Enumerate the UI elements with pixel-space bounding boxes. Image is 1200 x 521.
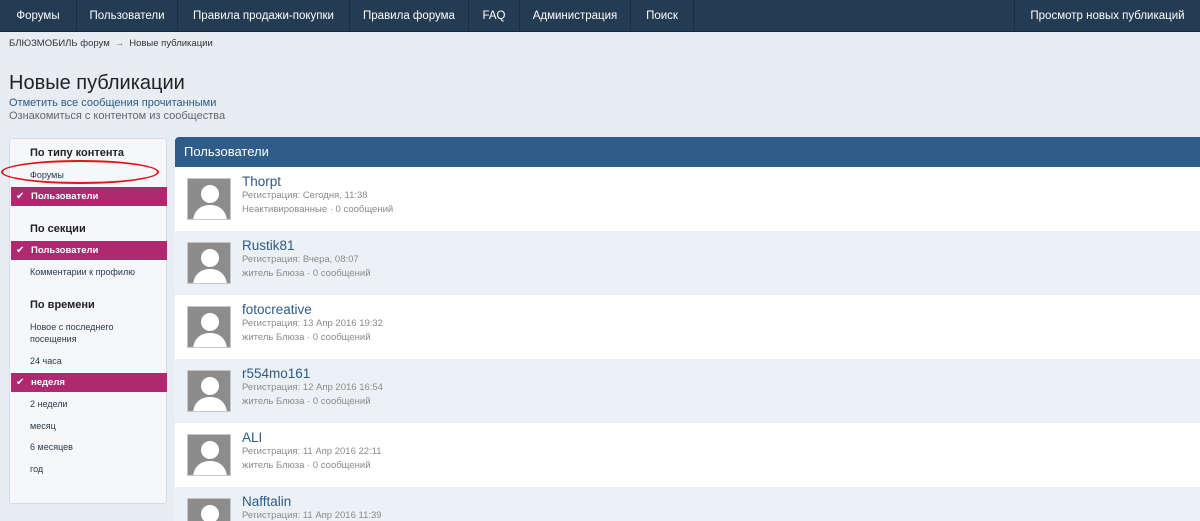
nav-administration[interactable]: Администрация — [520, 0, 631, 32]
checkmark-icon: ✔ — [16, 245, 25, 256]
avatar[interactable] — [187, 370, 231, 412]
member-row: ALI Регистрация: 11 Апр 2016 22:11 жител… — [175, 423, 1200, 487]
member-info: житель Блюза · 0 сообщений — [242, 460, 371, 471]
checkmark-icon: ✔ — [16, 377, 25, 388]
member-info: житель Блюза · 0 сообщений — [242, 396, 371, 407]
breadcrumb: БЛЮЗМОБИЛЬ форум → Новые публикации — [9, 38, 213, 49]
filter-time-month[interactable]: месяц — [30, 420, 140, 432]
filter-time-since-last-visit[interactable]: Новое с последнего посещения — [30, 321, 130, 345]
member-row: Nafftalin Регистрация: 11 Апр 2016 11:39 — [175, 487, 1200, 521]
member-row: Rustik81 Регистрация: Вчера, 08:07 жител… — [175, 231, 1200, 295]
member-name-link[interactable]: ALI — [242, 430, 262, 445]
nav-forum-rules[interactable]: Правила форума — [350, 0, 469, 32]
member-registration: Регистрация: Сегодня, 11:38 — [242, 190, 368, 201]
member-info: Неактивированные · 0 сообщений — [242, 204, 394, 215]
nav-trade-rules[interactable]: Правила продажи-покупки — [178, 0, 350, 32]
filter-type-users-active[interactable]: ✔ Пользователи — [11, 187, 167, 206]
member-name-link[interactable]: Thorpt — [242, 174, 281, 189]
member-row: fotocreative Регистрация: 13 Апр 2016 19… — [175, 295, 1200, 359]
nav-forums[interactable]: Форумы — [0, 0, 77, 32]
filter-time-24h[interactable]: 24 часа — [30, 355, 140, 367]
content-type-heading: По типу контента — [30, 147, 125, 159]
checkmark-icon: ✔ — [16, 191, 25, 202]
avatar[interactable] — [187, 242, 231, 284]
panel-header: Пользователи — [175, 137, 1200, 167]
filter-time-week-label: неделя — [31, 377, 65, 388]
member-registration: Регистрация: 11 Апр 2016 11:39 — [242, 510, 382, 521]
member-info: житель Блюза · 0 сообщений — [242, 268, 371, 279]
filter-section-profile-comments[interactable]: Комментарии к профилю — [30, 266, 160, 278]
member-name-link[interactable]: fotocreative — [242, 302, 312, 317]
member-registration: Регистрация: 13 Апр 2016 19:32 — [242, 318, 383, 329]
member-name-link[interactable]: r554mo161 — [242, 366, 310, 381]
explore-community-text: Ознакомиться с контентом из сообщества — [9, 110, 226, 122]
avatar[interactable] — [187, 434, 231, 476]
mark-all-read-link[interactable]: Отметить все сообщения прочитанными — [9, 97, 216, 109]
filter-time-6months[interactable]: 6 месяцев — [30, 441, 140, 453]
member-registration: Регистрация: 11 Апр 2016 22:11 — [242, 446, 382, 457]
filter-type-users-label: Пользователи — [31, 191, 99, 202]
filter-time-week-active[interactable]: ✔ неделя — [11, 373, 167, 392]
member-registration: Регистрация: Вчера, 08:07 — [242, 254, 359, 265]
section-heading: По секции — [30, 223, 86, 235]
nav-view-new-content[interactable]: Просмотр новых публикаций — [1014, 0, 1200, 32]
breadcrumb-current: Новые публикации — [129, 38, 213, 49]
page-title: Новые публикации — [9, 72, 185, 94]
top-navigation: Форумы Пользователи Правила продажи-поку… — [0, 0, 1200, 32]
breadcrumb-home[interactable]: БЛЮЗМОБИЛЬ форум — [9, 38, 110, 49]
member-row: r554mo161 Регистрация: 12 Апр 2016 16:54… — [175, 359, 1200, 423]
filter-section-users-label: Пользователи — [31, 245, 99, 256]
member-name-link[interactable]: Nafftalin — [242, 494, 291, 509]
red-annotation-oval — [1, 160, 159, 184]
filter-section-users-active[interactable]: ✔ Пользователи — [11, 241, 167, 260]
avatar[interactable] — [187, 306, 231, 348]
time-heading: По времени — [30, 299, 95, 311]
filter-time-year[interactable]: год — [30, 463, 140, 475]
member-info: житель Блюза · 0 сообщений — [242, 332, 371, 343]
member-name-link[interactable]: Rustik81 — [242, 238, 295, 253]
nav-users[interactable]: Пользователи — [77, 0, 178, 32]
avatar[interactable] — [187, 498, 231, 521]
nav-faq[interactable]: FAQ — [469, 0, 520, 32]
breadcrumb-separator: → — [114, 38, 125, 49]
nav-search[interactable]: Поиск — [631, 0, 694, 32]
member-row: Thorpt Регистрация: Сегодня, 11:38 Неакт… — [175, 167, 1200, 231]
filter-time-2weeks[interactable]: 2 недели — [30, 398, 140, 410]
member-registration: Регистрация: 12 Апр 2016 16:54 — [242, 382, 383, 393]
filter-sidebar: По типу контента Форумы ✔ Пользователи По… — [9, 138, 167, 504]
avatar[interactable] — [187, 178, 231, 220]
